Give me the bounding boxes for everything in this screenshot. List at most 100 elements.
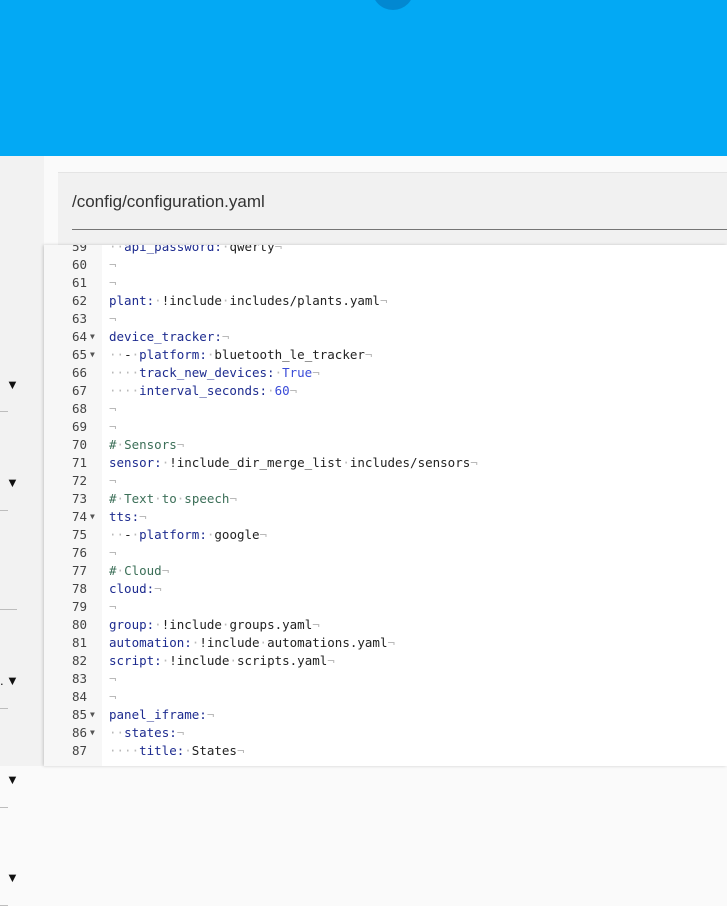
avatar[interactable]: [372, 0, 414, 10]
code-text: ¬: [109, 598, 117, 616]
app-header: [0, 0, 727, 156]
yaml-key: group:: [109, 617, 155, 632]
path-underline: [72, 229, 727, 230]
whitespace-marker: ¬: [236, 743, 245, 758]
whitespace-marker: ¬: [206, 707, 215, 722]
fold-arrow-icon[interactable]: ▼: [90, 508, 95, 526]
line-number: 63: [71, 311, 87, 326]
code-line[interactable]: 87 ····title:·States¬: [44, 742, 727, 760]
yaml-value: groups.yaml: [229, 617, 313, 632]
yaml-comment: to: [161, 491, 177, 506]
line-number: 86: [71, 725, 87, 740]
yaml-key: title:: [139, 743, 185, 758]
file-path-bar[interactable]: /config/configuration.yaml: [58, 172, 727, 247]
code-text: script:·!include·scripts.yaml¬: [109, 652, 335, 670]
line-number: 60: [71, 257, 87, 272]
yaml-comment: Cloud: [124, 563, 162, 578]
code-line[interactable]: 71 sensor:·!include_dir_merge_list·includ…: [44, 454, 727, 472]
code-line[interactable]: 59 ··api_password:·qwerty¬: [44, 245, 727, 256]
code-line[interactable]: 86 ▼ ··states:¬: [44, 724, 727, 742]
expand-arrow-icon[interactable]: ▼: [6, 378, 19, 391]
whitespace-marker: ¬: [229, 491, 237, 506]
code-text: ··api_password:·qwerty¬: [109, 245, 282, 256]
line-number: 80: [71, 617, 87, 632]
yaml-value: google: [214, 527, 260, 542]
code-text: ··states:¬: [109, 724, 184, 742]
yaml-key: plant:: [109, 293, 155, 308]
yaml-key: device_tracker:: [109, 329, 222, 344]
fold-arrow-icon[interactable]: ▼: [90, 724, 95, 742]
code-line[interactable]: 68 ¬: [44, 400, 727, 418]
file-path: /config/configuration.yaml: [72, 192, 265, 211]
code-editor[interactable]: 59 ··api_password:·qwerty¬ 60 ¬ 61 ¬ 62 plant:·…: [44, 245, 727, 766]
line-number: 77: [71, 563, 87, 578]
code-text: ··-·platform:·bluetooth_le_tracker¬: [109, 346, 372, 364]
yaml-key: automation:: [109, 635, 192, 650]
whitespace-marker: ·: [259, 635, 268, 650]
code-line[interactable]: 61 ¬: [44, 274, 727, 292]
code-line[interactable]: 69 ¬: [44, 418, 727, 436]
code-line[interactable]: 75 ··-·platform:·google¬: [44, 526, 727, 544]
code-text: ¬: [109, 256, 117, 274]
code-line[interactable]: 74 ▼ tts:¬: [44, 508, 727, 526]
whitespace-marker: ·: [131, 527, 140, 542]
line-number: 69: [71, 419, 87, 434]
code-text: ¬: [109, 544, 117, 562]
yaml-key: tts:: [109, 509, 140, 524]
code-line[interactable]: 81 automation:·!include·automations.yaml¬: [44, 634, 727, 652]
code-line[interactable]: 62 plant:·!include·includes/plants.yaml¬: [44, 292, 727, 310]
whitespace-marker: ¬: [274, 245, 283, 254]
code-line[interactable]: 82 script:·!include·scripts.yaml¬: [44, 652, 727, 670]
expand-arrow-icon[interactable]: ▼: [6, 871, 19, 884]
code-text: ¬: [109, 418, 117, 436]
code-line[interactable]: 70 #·Sensors¬: [44, 436, 727, 454]
code-text: sensor:·!include_dir_merge_list·includes…: [109, 454, 478, 472]
code-text: ¬: [109, 670, 117, 688]
code-text: ····title:·States¬: [109, 742, 244, 760]
code-text: #·Cloud¬: [109, 562, 169, 580]
code-line[interactable]: 85 ▼ panel_iframe:¬: [44, 706, 727, 724]
code-line[interactable]: 79 ¬: [44, 598, 727, 616]
code-text: panel_iframe:¬: [109, 706, 214, 724]
code-line[interactable]: 66 ····track_new_devices:·True¬: [44, 364, 727, 382]
line-number: 65: [71, 347, 87, 362]
code-text: ··-·platform:·google¬: [109, 526, 267, 544]
expand-arrow-icon[interactable]: ▼: [6, 773, 19, 786]
code-text: ¬: [109, 274, 117, 292]
code-line[interactable]: 83 ¬: [44, 670, 727, 688]
whitespace-marker: ¬: [176, 725, 185, 740]
whitespace-marker: ¬: [176, 437, 185, 452]
whitespace-marker: ¬: [154, 581, 162, 596]
code-line[interactable]: 63 ¬: [44, 310, 727, 328]
expand-arrow-icon[interactable]: ▼: [6, 476, 19, 489]
whitespace-marker: ·: [274, 365, 283, 380]
whitespace-marker: ··: [109, 245, 125, 254]
fold-arrow-icon[interactable]: ▼: [90, 328, 95, 346]
code-line[interactable]: 72 ¬: [44, 472, 727, 490]
whitespace-marker: ¬: [109, 257, 117, 272]
code-line[interactable]: 67 ····interval_seconds:·60¬: [44, 382, 727, 400]
code-line[interactable]: 73 #·Text·to·speech¬: [44, 490, 727, 508]
fold-arrow-icon[interactable]: ▼: [90, 706, 95, 724]
code-text: #·Text·to·speech¬: [109, 490, 237, 508]
code-line[interactable]: 76 ¬: [44, 544, 727, 562]
expand-arrow-icon[interactable]: ▼: [6, 674, 19, 687]
yaml-key: sensor:: [109, 455, 162, 470]
fold-arrow-icon[interactable]: ▼: [90, 346, 95, 364]
code-line[interactable]: 80 group:·!include·groups.yaml¬: [44, 616, 727, 634]
whitespace-marker: ¬: [109, 419, 117, 434]
code-line[interactable]: 77 #·Cloud¬: [44, 562, 727, 580]
whitespace-marker: ¬: [109, 671, 117, 686]
code-line[interactable]: 65 ▼ ··-·platform:·bluetooth_le_tracker¬: [44, 346, 727, 364]
code-line[interactable]: 84 ¬: [44, 688, 727, 706]
whitespace-marker: ¬: [109, 311, 117, 326]
code-line[interactable]: 60 ¬: [44, 256, 727, 274]
left-panel: ▼ ▼ . ▼ ▼ ▼: [0, 156, 44, 906]
whitespace-marker: ·: [184, 743, 192, 758]
divider: [0, 609, 17, 610]
whitespace-marker: ¬: [109, 401, 117, 416]
code-line[interactable]: 64 ▼ device_tracker:¬: [44, 328, 727, 346]
whitespace-marker: ¬: [109, 473, 117, 488]
code-line[interactable]: 78 cloud:¬: [44, 580, 727, 598]
whitespace-marker: ¬: [259, 527, 268, 542]
